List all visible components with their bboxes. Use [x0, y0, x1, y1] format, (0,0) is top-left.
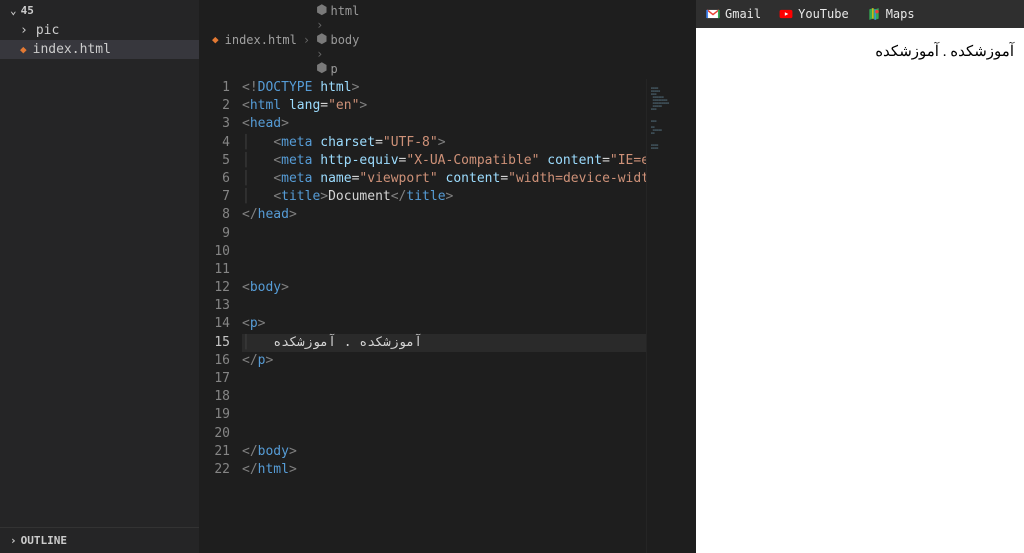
breadcrumb-file[interactable]: index.html — [225, 33, 297, 47]
line-number: 4 — [200, 134, 230, 152]
breadcrumb-tag-label: html — [330, 4, 359, 18]
line-number: 12 — [200, 279, 230, 297]
line-number: 20 — [200, 425, 230, 443]
line-number: 7 — [200, 188, 230, 206]
tag-icon: ⬢ — [316, 61, 327, 76]
minimap-content: ▬▬▬▬ ▬▬▬▬▬ ▬▬▬ ▬▬▬▬▬▬ ▬▬▬▬▬▬▬▬ ▬▬▬▬▬▬▬▬▬… — [651, 87, 669, 150]
breadcrumb-separator: › — [316, 47, 323, 61]
outline-label: OUTLINE — [21, 534, 67, 547]
youtube-icon — [779, 7, 793, 21]
line-number: 11 — [200, 261, 230, 279]
code-line[interactable] — [242, 297, 646, 315]
code-line[interactable]: │ <meta charset="UTF-8"> — [242, 134, 646, 152]
code-line[interactable]: </body> — [242, 443, 646, 461]
code-line[interactable]: <p> — [242, 315, 646, 333]
line-gutter: 12345678910111213141516171819202122 — [200, 79, 242, 553]
line-number: 15 — [200, 334, 230, 352]
folder-item[interactable]: pic — [0, 21, 199, 40]
html-file-icon: ◆ — [20, 43, 27, 56]
paragraph-text: آموزشکده . آموزشکده — [875, 44, 1014, 60]
code-line[interactable] — [242, 388, 646, 406]
line-number: 22 — [200, 461, 230, 479]
breadcrumb-separator: › — [303, 33, 310, 47]
chevron-down-icon: ⌄ — [10, 4, 17, 17]
code-line[interactable] — [242, 370, 646, 388]
code-content[interactable]: <!DOCTYPE html><html lang="en"><head>│ <… — [242, 79, 646, 553]
breadcrumb-tag[interactable]: ⬢p — [316, 61, 359, 76]
line-number: 9 — [200, 225, 230, 243]
line-number: 6 — [200, 170, 230, 188]
bookmark-label: Maps — [886, 7, 915, 21]
gmail-icon — [706, 7, 720, 21]
line-number: 1 — [200, 79, 230, 97]
line-number: 8 — [200, 206, 230, 224]
line-number: 14 — [200, 315, 230, 333]
line-number: 13 — [200, 297, 230, 315]
line-number: 3 — [200, 115, 230, 133]
line-number: 21 — [200, 443, 230, 461]
breadcrumb[interactable]: ◆ index.html › ⬢html › ⬢body › ⬢p — [200, 0, 696, 79]
bookmark-youtube[interactable]: YouTube — [779, 7, 849, 21]
code-line[interactable]: │ <meta name="viewport" content="width=d… — [242, 170, 646, 188]
bookmarks-container: Gmail YouTube Maps — [706, 7, 915, 21]
file-item[interactable]: ◆ index.html — [0, 40, 199, 59]
line-number: 2 — [200, 97, 230, 115]
breadcrumb-tag-label: body — [330, 33, 359, 47]
bookmark-label: Gmail — [725, 7, 761, 21]
tree-item-label: pic — [36, 23, 59, 38]
line-number: 5 — [200, 152, 230, 170]
tag-icon: ⬢ — [316, 32, 327, 47]
browser-preview: Gmail YouTube Maps آموزشکده . آموزشکده — [696, 0, 1024, 553]
code-line[interactable] — [242, 261, 646, 279]
line-number: 19 — [200, 406, 230, 424]
breadcrumb-tag[interactable]: ⬢html — [316, 3, 359, 18]
tag-icon: ⬢ — [316, 3, 327, 18]
code-line[interactable] — [242, 406, 646, 424]
breadcrumb-tag-label: p — [330, 62, 337, 76]
minimap[interactable]: ▬▬▬▬ ▬▬▬▬▬ ▬▬▬ ▬▬▬▬▬▬ ▬▬▬▬▬▬▬▬ ▬▬▬▬▬▬▬▬▬… — [646, 79, 696, 553]
code-line[interactable]: <!DOCTYPE html> — [242, 79, 646, 97]
editor-area: ◆ index.html › ⬢html › ⬢body › ⬢p 123456… — [200, 0, 696, 553]
file-tree: pic ◆ index.html — [0, 21, 199, 59]
root-folder-label: 45 — [21, 4, 34, 17]
breadcrumb-tag[interactable]: ⬢body — [316, 32, 359, 47]
code-line[interactable] — [242, 225, 646, 243]
line-number: 16 — [200, 352, 230, 370]
maps-icon — [867, 7, 881, 21]
line-number: 10 — [200, 243, 230, 261]
bookmark-label: YouTube — [798, 7, 849, 21]
bookmark-gmail[interactable]: Gmail — [706, 7, 761, 21]
code-line[interactable] — [242, 425, 646, 443]
line-number: 17 — [200, 370, 230, 388]
code-line[interactable]: <head> — [242, 115, 646, 133]
code-line[interactable]: │ <meta http-equiv="X-UA-Compatible" con… — [242, 152, 646, 170]
outline-panel-header[interactable]: › OUTLINE — [0, 527, 199, 553]
code-line[interactable]: <body> — [242, 279, 646, 297]
code-line[interactable]: </html> — [242, 461, 646, 479]
html-file-icon: ◆ — [212, 33, 219, 46]
breadcrumb-separator: › — [316, 18, 323, 32]
code-line[interactable]: </head> — [242, 206, 646, 224]
bookmark-maps[interactable]: Maps — [867, 7, 915, 21]
chevron-right-icon: › — [10, 534, 17, 547]
code-line[interactable] — [242, 243, 646, 261]
code-editor[interactable]: 12345678910111213141516171819202122 <!DO… — [200, 79, 696, 553]
tree-item-label: index.html — [33, 42, 111, 57]
code-line[interactable]: <html lang="en"> — [242, 97, 646, 115]
code-line[interactable]: │ <title>Document</title> — [242, 188, 646, 206]
explorer-sidebar: ⌄ 45 pic ◆ index.html › OUTLINE — [0, 0, 200, 553]
bookmark-bar: Gmail YouTube Maps — [696, 0, 1024, 28]
code-line[interactable]: </p> — [242, 352, 646, 370]
breadcrumb-path: ⬢html › ⬢body › ⬢p — [316, 3, 359, 76]
page-content[interactable]: آموزشکده . آموزشکده — [696, 28, 1024, 553]
explorer-root[interactable]: ⌄ 45 — [0, 0, 199, 21]
code-line[interactable]: │ آموزشکده . آموزشکده — [242, 334, 646, 352]
line-number: 18 — [200, 388, 230, 406]
